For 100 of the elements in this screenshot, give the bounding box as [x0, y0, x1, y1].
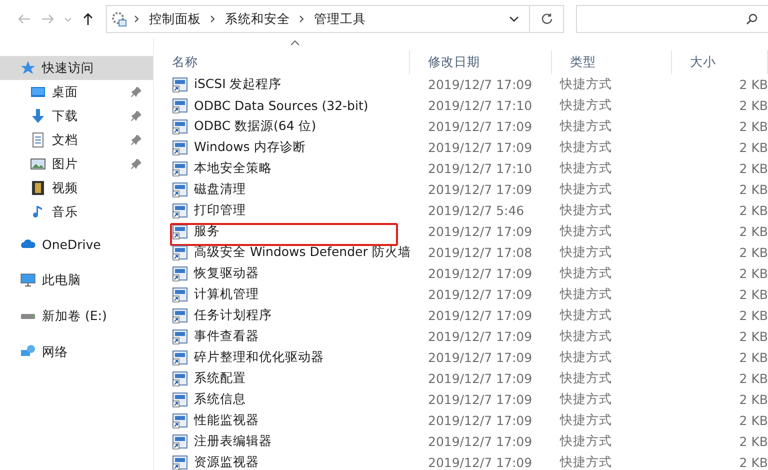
nav-pane-item[interactable]: 新加卷 (E:): [0, 300, 153, 332]
file-type: 快捷方式: [558, 223, 613, 240]
shortcut-icon: [172, 224, 188, 240]
nav-pane-item[interactable]: 快速访问: [0, 56, 153, 80]
nav-pane-item[interactable]: 桌面: [0, 80, 153, 104]
file-size: 2 KB: [738, 287, 768, 302]
modified-date: 2019/12/7 17:09: [427, 308, 534, 323]
chevron-down-icon: [509, 16, 519, 22]
file-size: 2 KB: [738, 245, 768, 260]
modified-date: 2019/12/7 17:09: [427, 392, 534, 407]
file-name[interactable]: 事件查看器: [194, 328, 259, 345]
chevron-down-icon: [64, 16, 72, 22]
modified-date: 2019/12/7 17:09: [427, 77, 534, 92]
modified-date: 2019/12/7 17:10: [427, 161, 534, 176]
file-name[interactable]: 性能监视器: [194, 412, 259, 429]
column-header[interactable]: 大小: [672, 50, 768, 74]
file-size: 2 KB: [738, 455, 768, 470]
file-size: 2 KB: [738, 329, 768, 344]
file-size: 2 KB: [738, 182, 768, 197]
column-header[interactable]: 类型: [552, 50, 672, 74]
star-icon: [20, 60, 36, 76]
modified-date: 2019/12/7 17:09: [427, 182, 534, 197]
file-type: 快捷方式: [558, 76, 613, 93]
file-name[interactable]: 系统信息: [194, 391, 246, 408]
nav-pane-item[interactable]: 音乐: [0, 200, 153, 224]
file-size: 2 KB: [738, 98, 768, 113]
file-type: 快捷方式: [558, 433, 613, 450]
column-header[interactable]: 名称: [154, 50, 410, 74]
film-icon: [30, 180, 46, 196]
file-type: 快捷方式: [558, 370, 613, 387]
file-name[interactable]: ODBC Data Sources (32-bit): [194, 98, 368, 113]
monitor-icon: [20, 272, 36, 288]
nav-pane-item[interactable]: 此电脑: [0, 264, 153, 296]
file-name[interactable]: 计算机管理: [194, 286, 259, 303]
file-size: 2 KB: [738, 119, 768, 134]
file-type: 快捷方式: [558, 97, 613, 114]
file-name[interactable]: Windows 内存诊断: [194, 139, 306, 156]
file-name[interactable]: 本地安全策略: [194, 160, 272, 177]
file-name[interactable]: 注册表编辑器: [194, 433, 272, 450]
modified-date: 2019/12/7 17:09: [427, 329, 534, 344]
breadcrumb[interactable]: 管理工具: [312, 10, 368, 28]
refresh-icon: [540, 13, 552, 25]
breadcrumb[interactable]: 系统和安全: [223, 10, 292, 28]
file-name[interactable]: 服务: [194, 223, 220, 240]
shortcut-icon: [172, 286, 188, 302]
file-name[interactable]: 恢复驱动器: [194, 265, 259, 282]
file-type: 快捷方式: [558, 202, 613, 219]
file-type: 快捷方式: [558, 349, 613, 366]
breadcrumb[interactable]: 控制面板: [147, 10, 203, 28]
file-size: 2 KB: [738, 392, 768, 407]
file-name[interactable]: 任务计划程序: [194, 307, 272, 324]
modified-date: 2019/12/7 17:09: [427, 371, 534, 386]
shortcut-icon: [172, 412, 188, 428]
file-type: 快捷方式: [558, 454, 613, 470]
shortcut-icon: [172, 350, 188, 366]
chevron-icon: [133, 15, 141, 23]
file-type: 快捷方式: [558, 160, 613, 177]
file-name[interactable]: 资源监视器: [194, 454, 259, 470]
modified-date: 2019/12/7 17:10: [427, 98, 534, 113]
file-size: 2 KB: [738, 266, 768, 281]
nav-pane-item[interactable]: 视频: [0, 176, 153, 200]
address-bar[interactable]: 控制面板 系统和安全 管理工具: [106, 5, 564, 33]
file-name[interactable]: 打印管理: [194, 202, 246, 219]
file-type: 快捷方式: [558, 181, 613, 198]
nav-pane-item[interactable]: OneDrive: [0, 228, 153, 260]
shortcut-icon: [172, 308, 188, 324]
picture-icon: [30, 156, 46, 172]
shortcut-icon: [172, 160, 188, 176]
file-type: 快捷方式: [558, 307, 613, 324]
shortcut-icon: [172, 328, 188, 344]
modified-date: 2019/12/7 17:09: [427, 413, 534, 428]
file-name[interactable]: 碎片整理和优化驱动器: [194, 349, 324, 366]
modified-date: 2019/12/7 17:09: [427, 434, 534, 449]
file-type: 快捷方式: [558, 286, 613, 303]
nav-pane-item[interactable]: 网络: [0, 336, 153, 368]
file-name[interactable]: iSCSI 发起程序: [194, 76, 282, 93]
file-name[interactable]: 系统配置: [194, 370, 246, 387]
file-type: 快捷方式: [558, 265, 613, 282]
nav-pane-item[interactable]: 图片: [0, 152, 153, 176]
modified-date: 2019/12/7 5:46: [427, 203, 526, 218]
modified-date: 2019/12/7 17:09: [427, 140, 534, 155]
file-name[interactable]: ODBC 数据源(64 位): [194, 118, 316, 135]
nav-pane-item[interactable]: 文档: [0, 128, 153, 152]
column-header[interactable]: 修改日期: [410, 50, 552, 74]
shortcut-icon: [172, 244, 188, 260]
file-name[interactable]: 磁盘清理: [194, 181, 246, 198]
search-field[interactable]: [576, 5, 768, 33]
file-size: 2 KB: [738, 434, 768, 449]
file-type: 快捷方式: [558, 139, 613, 156]
file-name[interactable]: 高级安全 Windows Defender 防火墙: [194, 244, 411, 261]
file-size: 2 KB: [738, 224, 768, 239]
file-type: 快捷方式: [558, 328, 613, 345]
chevron-icon: [298, 15, 306, 23]
chevron-icon: [209, 15, 217, 23]
shortcut-icon: [172, 118, 188, 134]
nav-pane-item[interactable]: 下载: [0, 104, 153, 128]
file-type: 快捷方式: [558, 244, 613, 261]
file-size: 2 KB: [738, 350, 768, 365]
file-type: 快捷方式: [558, 391, 613, 408]
file-size: 2 KB: [738, 140, 768, 155]
